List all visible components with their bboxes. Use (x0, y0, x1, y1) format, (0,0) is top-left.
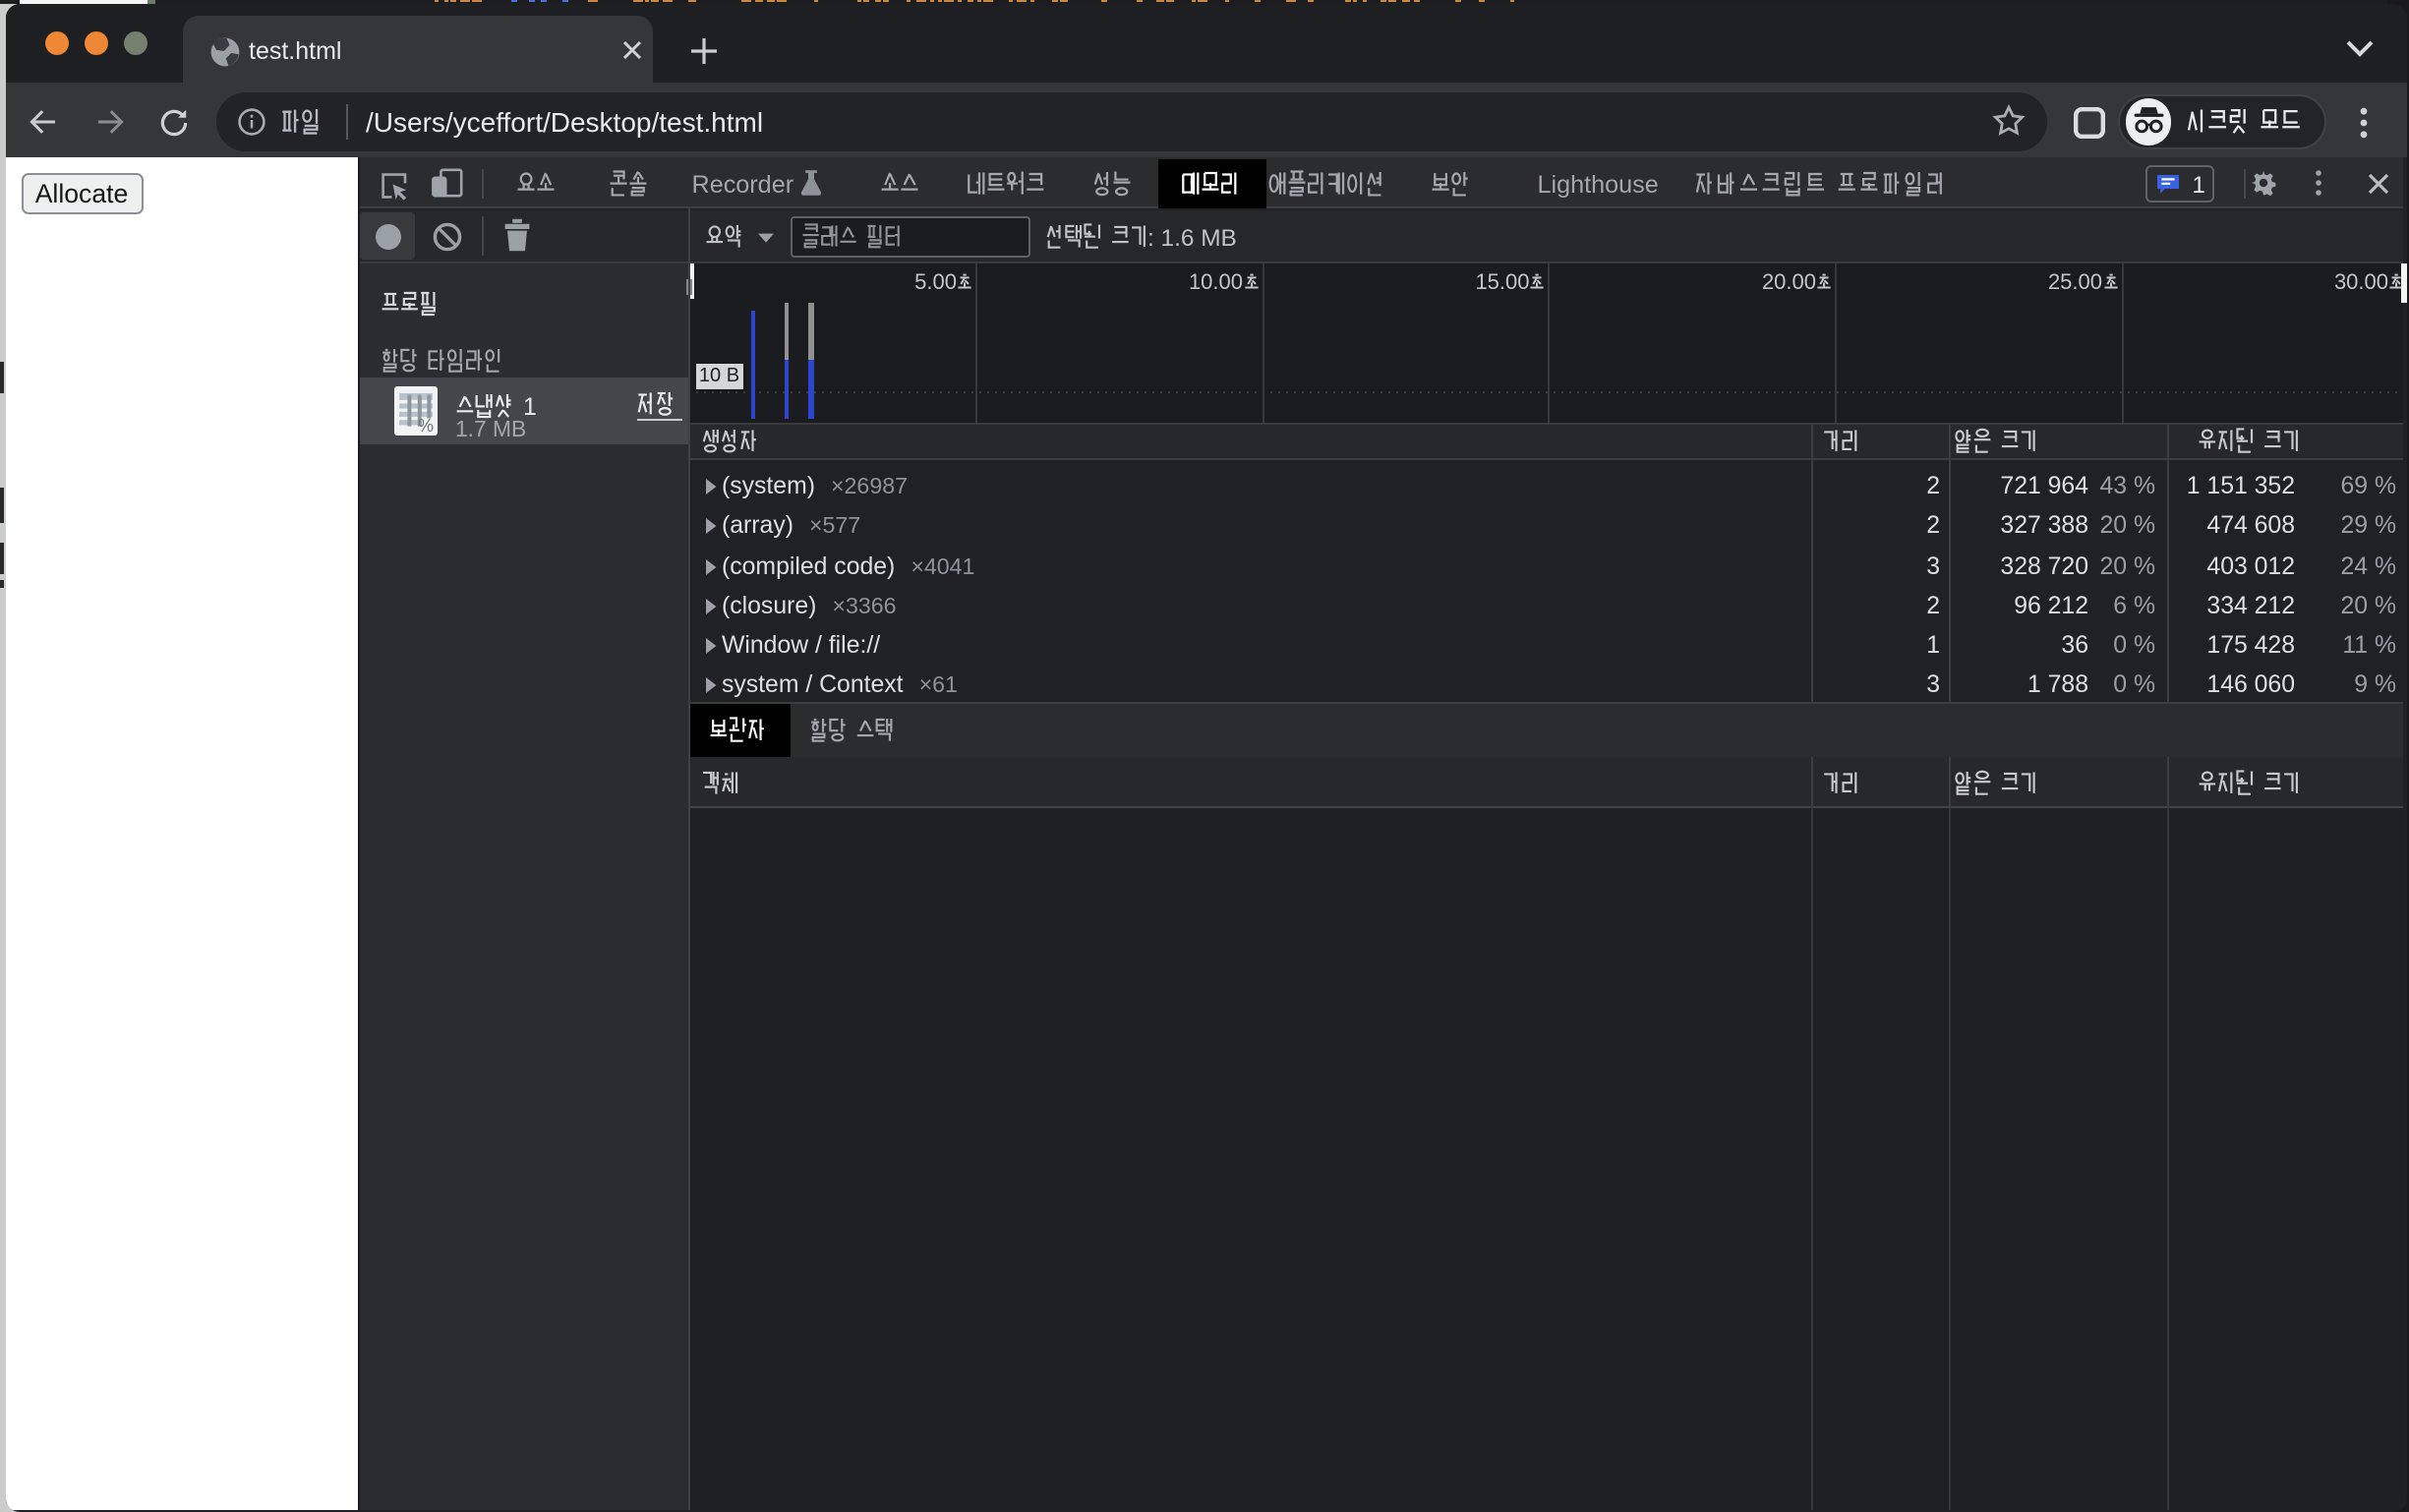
svg-text:%: % (417, 416, 433, 436)
